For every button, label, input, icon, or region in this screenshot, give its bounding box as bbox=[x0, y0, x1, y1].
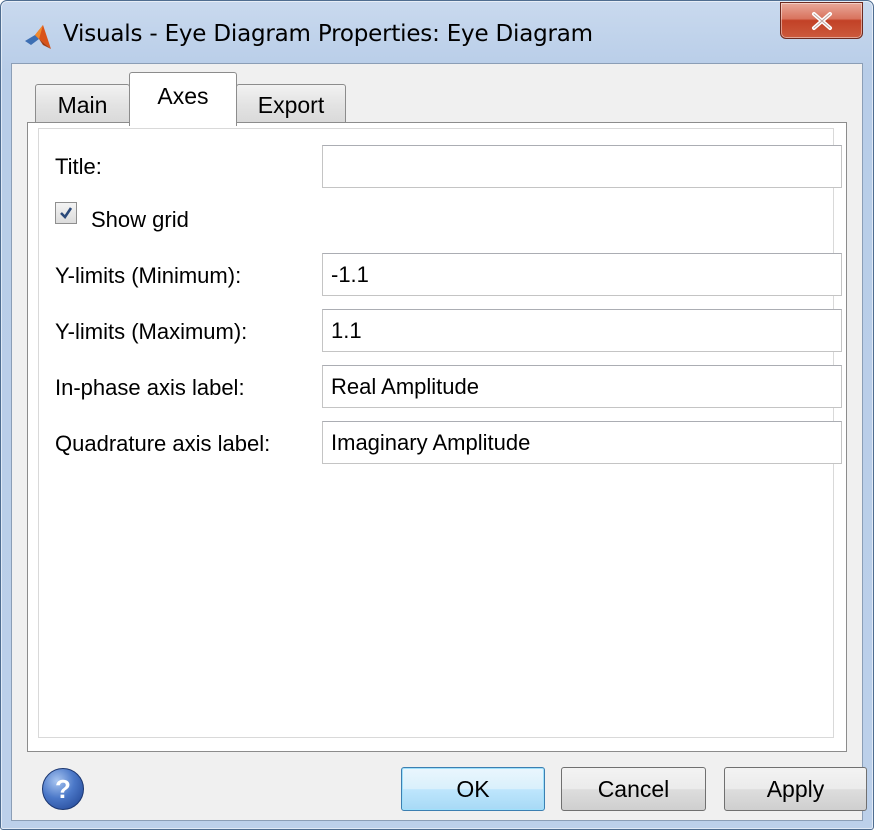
quadrature-input[interactable] bbox=[322, 421, 842, 464]
tab-export[interactable]: Export bbox=[236, 84, 346, 125]
client-area: Main Axes Export Title: Show grid Y-limi… bbox=[11, 63, 867, 821]
quadrature-label: Quadrature axis label: bbox=[55, 431, 271, 456]
window-title: Visuals - Eye Diagram Properties: Eye Di… bbox=[63, 21, 593, 47]
inphase-label: In-phase axis label: bbox=[55, 375, 245, 400]
title-label: Title: bbox=[55, 154, 102, 179]
tab-axes[interactable]: Axes bbox=[129, 72, 237, 126]
dialog-window: Visuals - Eye Diagram Properties: Eye Di… bbox=[0, 0, 874, 830]
ymin-input[interactable] bbox=[322, 253, 842, 296]
help-icon[interactable]: ? bbox=[42, 768, 84, 810]
tab-main[interactable]: Main bbox=[35, 84, 130, 125]
title-input[interactable] bbox=[322, 145, 842, 188]
ok-button[interactable]: OK bbox=[401, 767, 545, 811]
close-button[interactable] bbox=[780, 2, 863, 39]
inphase-input[interactable] bbox=[322, 365, 842, 408]
title-bar[interactable]: Visuals - Eye Diagram Properties: Eye Di… bbox=[1, 1, 873, 63]
show-grid-label[interactable]: Show grid bbox=[91, 207, 189, 233]
cancel-button[interactable]: Cancel bbox=[561, 767, 706, 811]
matlab-logo-icon bbox=[25, 25, 51, 49]
ymin-label: Y-limits (Minimum): bbox=[55, 263, 242, 288]
axes-tab-panel: Title: Show grid Y-limits (Minimum): Y-l… bbox=[27, 122, 847, 752]
show-grid-checkbox[interactable] bbox=[55, 202, 77, 224]
checkmark-icon bbox=[60, 207, 73, 220]
apply-button[interactable]: Apply bbox=[724, 767, 867, 811]
ymax-input[interactable] bbox=[322, 309, 842, 352]
axes-form: Title: Show grid Y-limits (Minimum): Y-l… bbox=[38, 128, 842, 738]
close-icon bbox=[811, 11, 832, 30]
ymax-label: Y-limits (Maximum): bbox=[55, 319, 248, 344]
